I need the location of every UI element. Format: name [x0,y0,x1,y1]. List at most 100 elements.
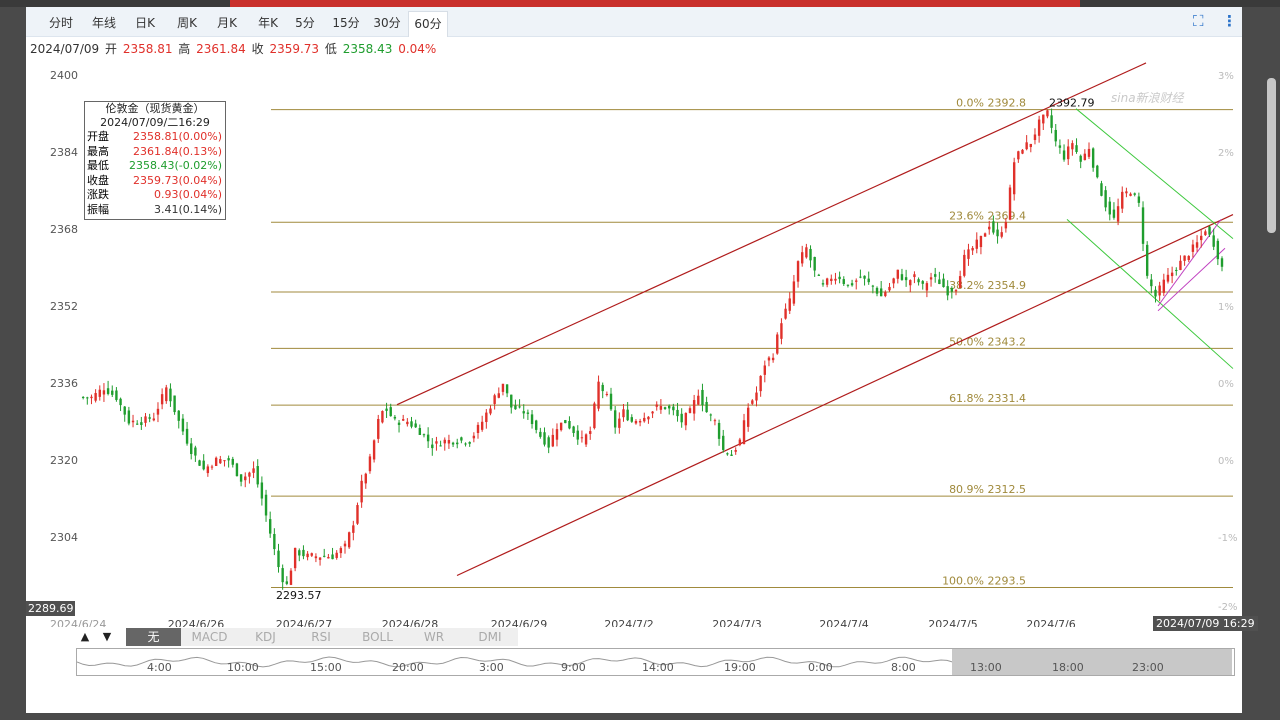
candle-body [223,460,226,462]
candle-body [281,568,284,583]
candle-body [493,395,496,404]
navigator-time-label: 4:00 [147,661,172,674]
candle-body [256,466,259,485]
candle-body [643,417,646,422]
candle-body [1158,285,1161,296]
candle-body [879,288,883,297]
candle-body [1091,148,1095,168]
candle-body [547,437,550,448]
scroll-up-arrow-icon[interactable]: ▲ [76,628,94,646]
candle-body [963,254,966,276]
candle-body [846,284,850,286]
candle-body [559,422,563,431]
candle-body [190,443,193,455]
page-bottom-edge [0,713,1280,720]
candle-body [1200,235,1203,241]
price-chart[interactable]: 2304 2320 2336 2352 2368 2384 2400 3% 2% 1% 0% 0% -1… [26,7,1242,627]
candle-body [206,466,210,474]
candle-body [277,550,280,568]
candle-body [983,233,987,237]
candle-body [830,278,833,282]
candle-body [393,416,397,419]
wedge-upper [1157,219,1222,307]
candle-body [701,389,704,406]
candle-body [98,389,101,397]
candle-body [505,384,509,394]
candle-body [676,409,679,417]
fib-label: 23.6% 2369.4 [949,209,1026,222]
candle-body [1012,162,1016,195]
candle-body [697,395,700,405]
candle-body [1062,150,1066,160]
candle-body [335,552,338,558]
candle-body [364,473,367,484]
indicator-tab-0[interactable]: 无 [126,628,182,646]
candle-body [248,472,251,477]
scroll-down-arrow-icon[interactable]: ▼ [98,628,116,646]
pct-tick-label: 0% [1218,379,1234,390]
candle-body [1187,256,1190,261]
y-tick-label: 2304 [50,531,78,544]
candle-body [526,412,530,414]
indicator-tab-5[interactable]: WR [406,628,463,646]
candle-body [497,393,500,398]
candle-body [418,428,422,435]
candle-body [152,418,156,421]
info-row-label: 开盘 [87,130,109,143]
candle-body [522,411,525,414]
candle-body [717,422,721,439]
candle-body [938,279,941,285]
indicator-tab-6[interactable]: DMI [462,628,519,646]
candle-body [946,286,949,296]
candle-body [842,279,845,284]
candle-body [456,442,459,445]
indicator-tab-4[interactable]: BOLL [349,628,407,646]
y-tick-label: 2336 [50,377,78,390]
candle-body [751,400,754,404]
candle-body [950,287,954,292]
candle-body [992,221,995,233]
candle-body [593,403,596,429]
candle-body [260,482,264,499]
candle-body [568,420,571,429]
x-start-label: 2024/6/24 [50,618,106,627]
navigator-time-label: 13:00 [970,661,1002,674]
pct-tick-label: -1% [1218,533,1237,544]
candle-body [572,426,575,434]
info-row: 最高 2361.84(0.13%) [85,145,225,160]
candle-body [447,440,451,444]
x-tick-label: 2024/6/29 [491,618,547,627]
candle-body [1000,232,1003,237]
candle-body [597,381,600,409]
info-row-value: 2358.81(0.00%) [132,130,222,143]
time-navigator[interactable]: 4:00 10:00 15:00 20:00 3:00 9:00 14:00 19:00 0:0… [76,648,1235,676]
candle-body [979,235,983,248]
indicator-tab-1[interactable]: MACD [181,628,239,646]
candle-body [173,395,176,413]
candle-body [327,556,330,559]
navigator-time-label: 14:00 [642,661,674,674]
candle-body [219,459,222,464]
indicator-tab-3[interactable]: RSI [293,628,350,646]
candle-body [626,409,629,421]
candle-body [738,439,742,446]
page-scrollbar[interactable] [1267,78,1276,233]
candle-body [589,431,592,434]
candle-body [347,532,351,548]
candle-body [863,275,866,279]
candle-body [1220,258,1224,267]
candle-body [293,547,297,569]
candle-body [1029,143,1033,148]
candle-body [638,420,642,423]
candle-body [713,420,717,422]
y-min-badge: 2289.69 [26,601,75,616]
x-tick-label: 2024/6/28 [382,618,438,627]
candle-body [111,390,114,395]
chart-panel: 分时 年线 日K 周K 月K 年K 5分 15分 30分 60分 ⛶ ⋮ 2024/07/09 开… [26,7,1258,713]
candle-body [422,434,426,436]
candle-body [792,281,796,304]
info-row: 最低 2358.43(-0.02%) [85,159,225,174]
candle-body [210,466,214,468]
indicator-tab-2[interactable]: KDJ [238,628,294,646]
candle-body [1121,191,1124,209]
